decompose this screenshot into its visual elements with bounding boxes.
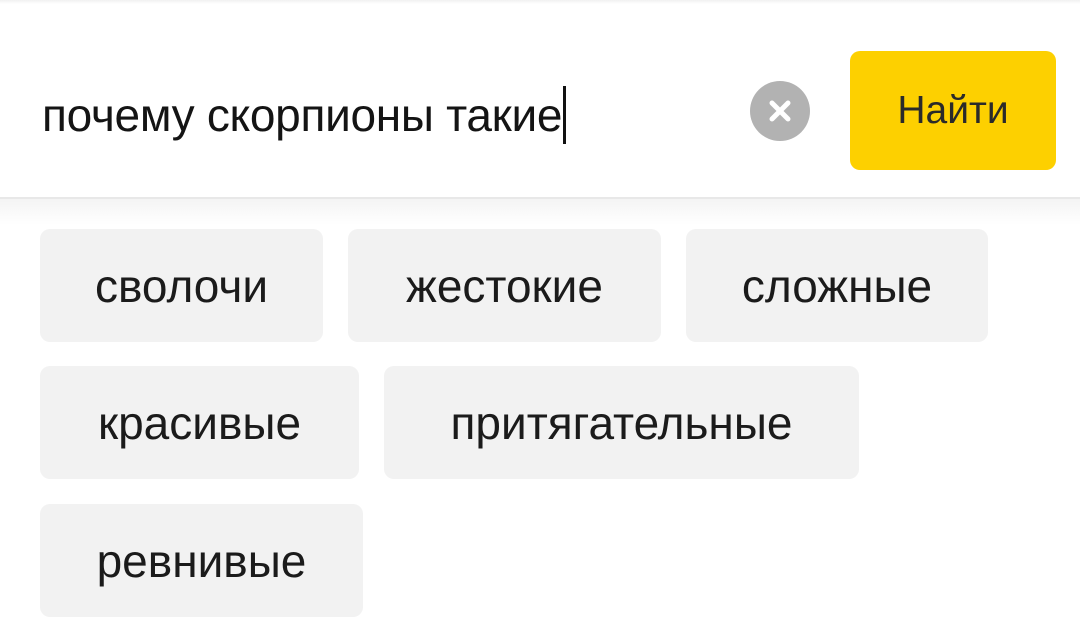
suggestion-chip[interactable]: красивые xyxy=(40,366,359,479)
top-divider xyxy=(0,0,1080,4)
search-bar: почему скорпионы такие Найти xyxy=(0,0,1080,199)
suggestion-chip[interactable]: сложные xyxy=(686,229,988,342)
close-icon xyxy=(769,100,791,122)
suggestion-chip[interactable]: ревнивые xyxy=(40,504,363,617)
clear-button[interactable] xyxy=(750,81,810,141)
suggestion-list: сволочи жестокие сложные красивые притяг… xyxy=(0,199,1080,629)
search-query-text: почему скорпионы такие xyxy=(42,89,563,141)
text-caret xyxy=(563,86,567,144)
find-button[interactable]: Найти xyxy=(850,51,1056,170)
search-input[interactable]: почему скорпионы такие xyxy=(42,86,567,144)
suggestion-chip[interactable]: притягательные xyxy=(384,366,859,479)
suggestion-chip[interactable]: жестокие xyxy=(348,229,661,342)
suggestion-chip[interactable]: сволочи xyxy=(40,229,323,342)
